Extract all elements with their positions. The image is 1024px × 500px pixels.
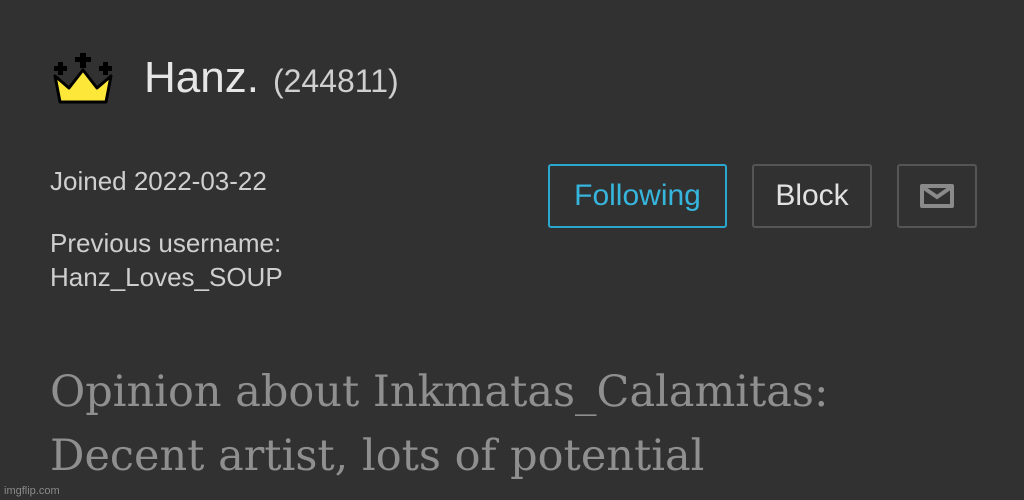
opinion-line-2: Decent artist, lots of potential: [50, 431, 705, 481]
username: Hanz.: [144, 53, 259, 102]
profile-header: Hanz. (244811): [50, 52, 399, 104]
crown-icon: [53, 53, 113, 104]
message-button[interactable]: [897, 164, 977, 228]
joined-date: Joined 2022-03-22: [50, 166, 267, 196]
block-button[interactable]: Block: [752, 164, 872, 228]
opinion-text: Opinion about Inkmatas_Calamitas: Decent…: [50, 360, 1010, 488]
watermark: imgflip.com: [4, 485, 60, 497]
envelope-icon: [920, 184, 954, 208]
previous-username-section: Previous username: Hanz_Loves_SOUP: [50, 226, 283, 294]
opinion-line-1: Opinion about Inkmatas_Calamitas:: [50, 367, 829, 417]
previous-username-label: Previous username:: [50, 228, 282, 258]
profile-actions: Following Block: [548, 164, 977, 228]
previous-username: Hanz_Loves_SOUP: [50, 262, 283, 292]
user-id: (244811): [272, 62, 399, 99]
following-button[interactable]: Following: [548, 164, 727, 228]
